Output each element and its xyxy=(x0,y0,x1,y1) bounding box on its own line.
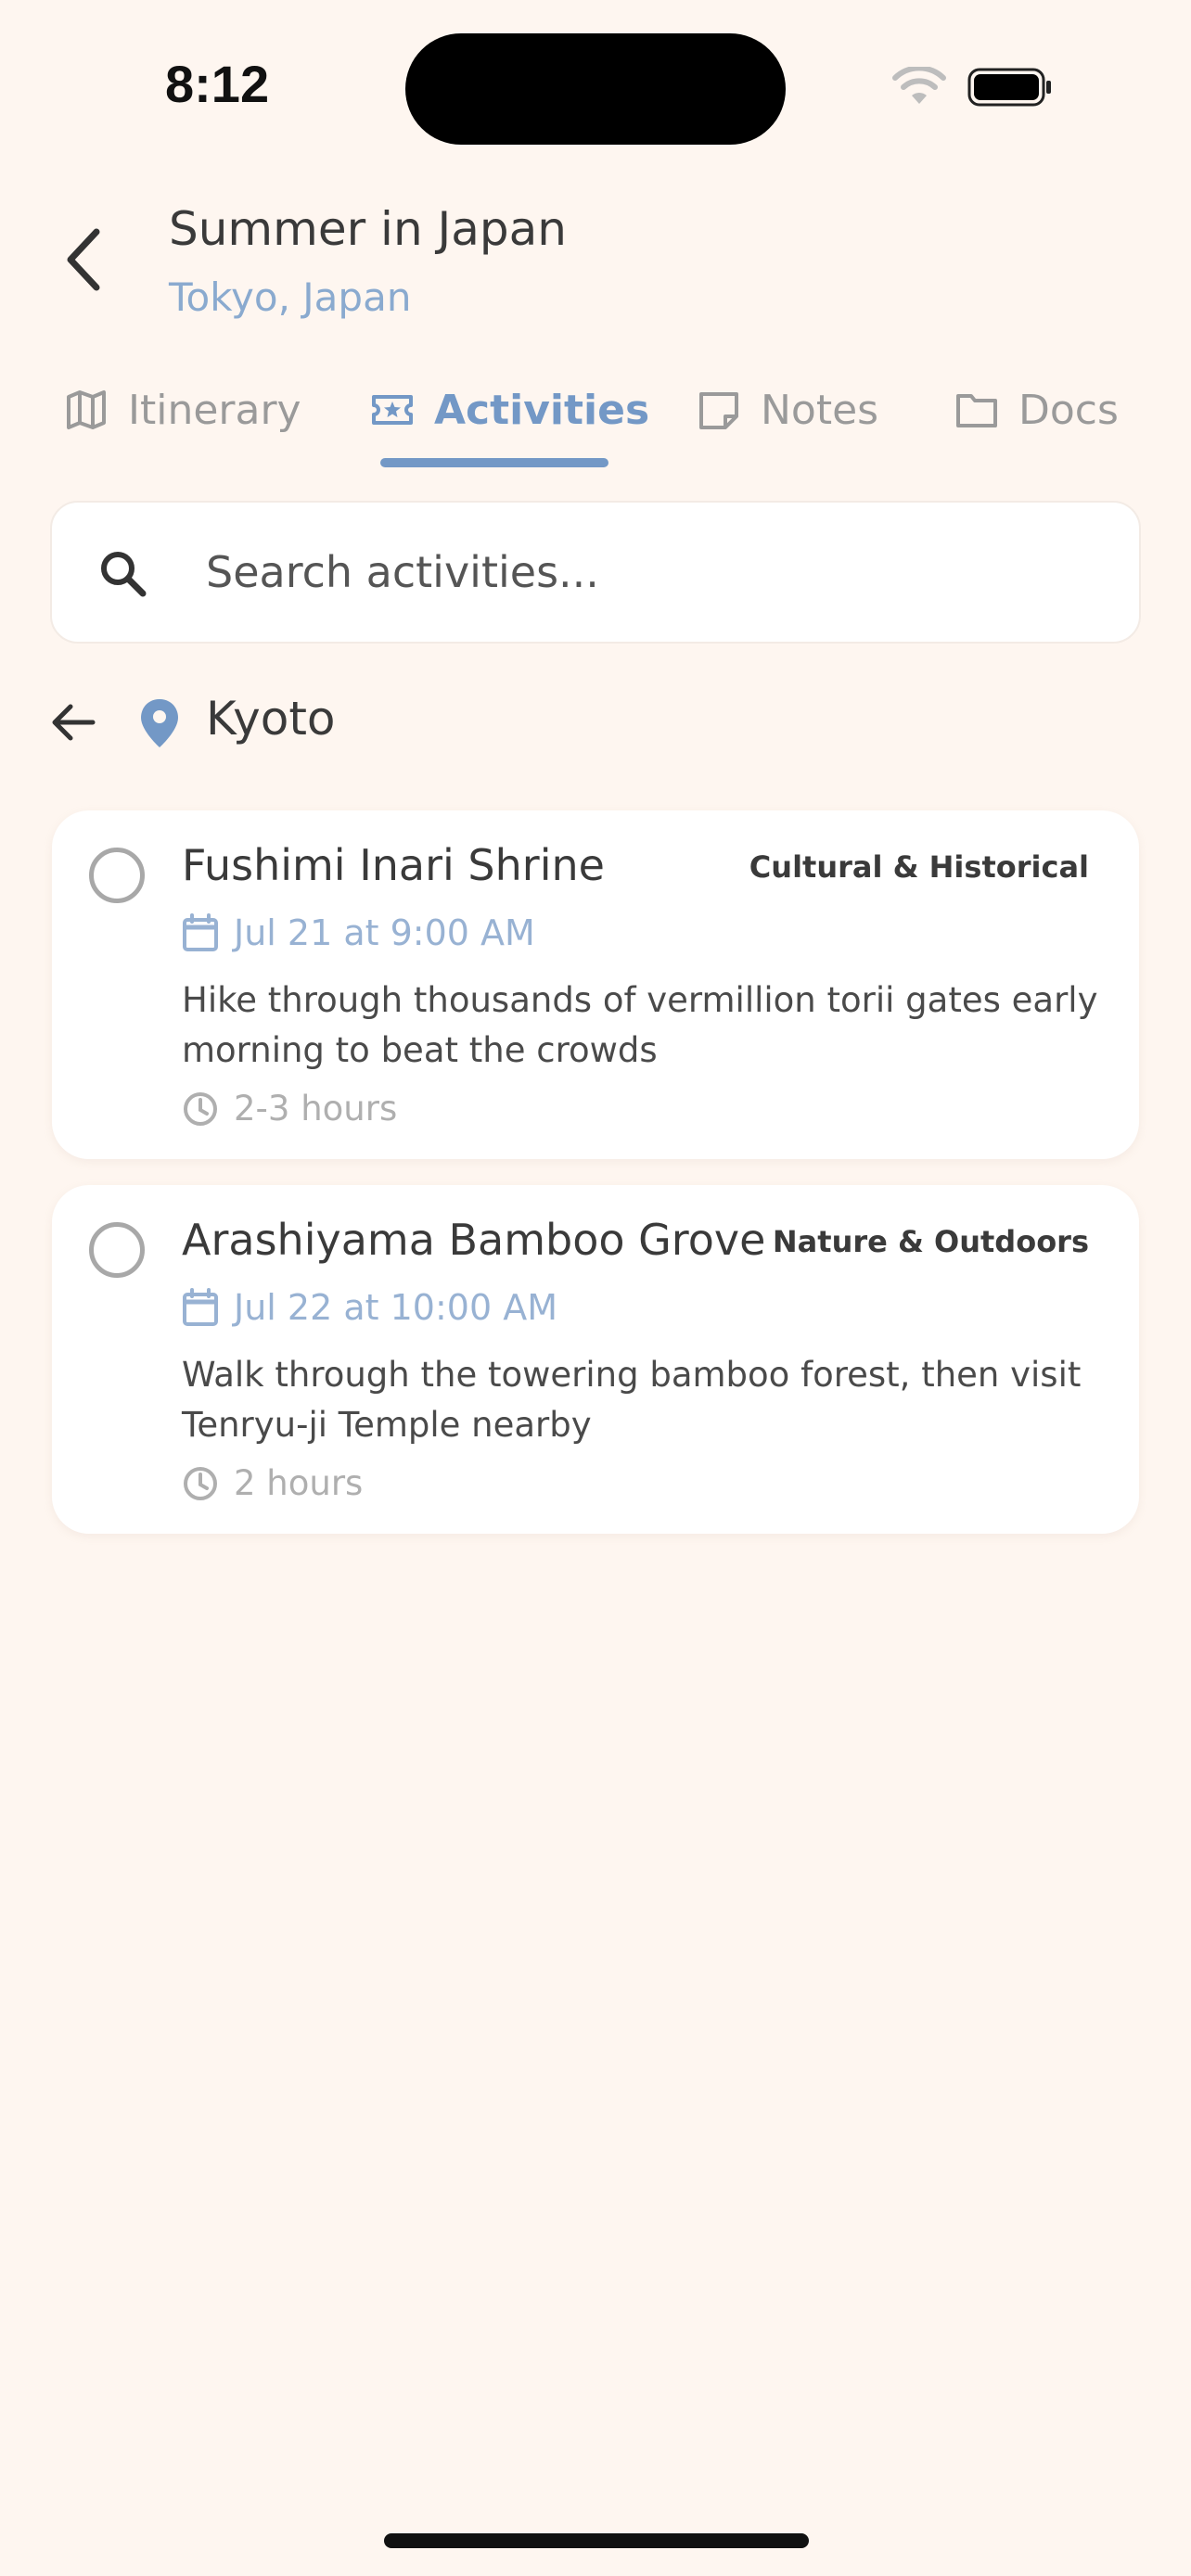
activity-date: Jul 21 at 9:00 AM xyxy=(234,912,535,953)
home-indicator[interactable] xyxy=(384,2533,809,2548)
dynamic-island xyxy=(405,33,786,145)
trip-location: Tokyo, Japan xyxy=(169,274,412,320)
tab-activities-label: Activities xyxy=(434,386,650,434)
tab-docs[interactable]: Docs xyxy=(955,380,1119,440)
folder-icon xyxy=(956,394,997,427)
search-icon xyxy=(101,552,147,597)
battery-icon xyxy=(967,68,1051,107)
trip-title: Summer in Japan xyxy=(169,202,567,256)
tab-notes-label: Notes xyxy=(761,386,879,434)
search-input[interactable] xyxy=(206,530,1096,614)
activity-card[interactable]: Arashiyama Bamboo Grove Nature & Outdoor… xyxy=(52,1185,1139,1534)
tab-itinerary[interactable]: Itinerary xyxy=(65,380,301,440)
ticket-star-icon xyxy=(372,395,413,425)
active-tab-indicator xyxy=(380,458,608,467)
activity-title: Fushimi Inari Shrine xyxy=(182,840,605,890)
complete-checkbox[interactable] xyxy=(89,848,145,903)
status-time: 8:12 xyxy=(165,55,270,113)
activity-date-row: Jul 21 at 9:00 AM xyxy=(182,912,535,953)
calendar-icon xyxy=(183,913,218,951)
location-pin-icon xyxy=(141,699,178,747)
note-icon xyxy=(699,392,738,429)
back-chevron-icon[interactable] xyxy=(58,223,113,297)
tab-activities[interactable]: Activities xyxy=(371,380,649,440)
tab-itinerary-label: Itinerary xyxy=(128,386,301,434)
calendar-icon xyxy=(183,1288,218,1326)
activity-description: Hike through thousands of vermillion tor… xyxy=(182,980,1098,1070)
search-box[interactable] xyxy=(50,501,1141,644)
complete-checkbox[interactable] xyxy=(89,1222,145,1278)
activity-duration-row: 2-3 hours xyxy=(182,1089,397,1129)
activity-category: Cultural & Historical xyxy=(749,849,1089,885)
activity-description: Walk through the towering bamboo forest,… xyxy=(182,1355,1082,1445)
back-arrow-icon[interactable] xyxy=(48,697,98,747)
app-screen: 8:12 Summer in Japan Tokyo, Japan Itiner… xyxy=(0,0,1191,2576)
activity-date: Jul 22 at 10:00 AM xyxy=(234,1287,557,1328)
activity-duration: 2 hours xyxy=(234,1463,364,1503)
location-name: Kyoto xyxy=(206,692,336,746)
activity-date-row: Jul 22 at 10:00 AM xyxy=(182,1287,557,1328)
tab-bar: Itinerary Activities Notes Docs xyxy=(0,371,1191,473)
tab-notes[interactable]: Notes xyxy=(698,380,878,440)
activity-duration-row: 2 hours xyxy=(182,1463,363,1503)
activity-category: Nature & Outdoors xyxy=(772,1224,1089,1259)
tab-docs-label: Docs xyxy=(1018,386,1119,434)
wifi-icon xyxy=(892,67,946,104)
clock-icon xyxy=(184,1466,217,1500)
activity-duration: 2-3 hours xyxy=(234,1089,398,1129)
map-icon xyxy=(67,390,106,429)
activity-title: Arashiyama Bamboo Grove xyxy=(182,1215,766,1265)
activity-card[interactable]: Fushimi Inari Shrine Cultural & Historic… xyxy=(52,810,1139,1159)
clock-icon xyxy=(184,1091,217,1126)
